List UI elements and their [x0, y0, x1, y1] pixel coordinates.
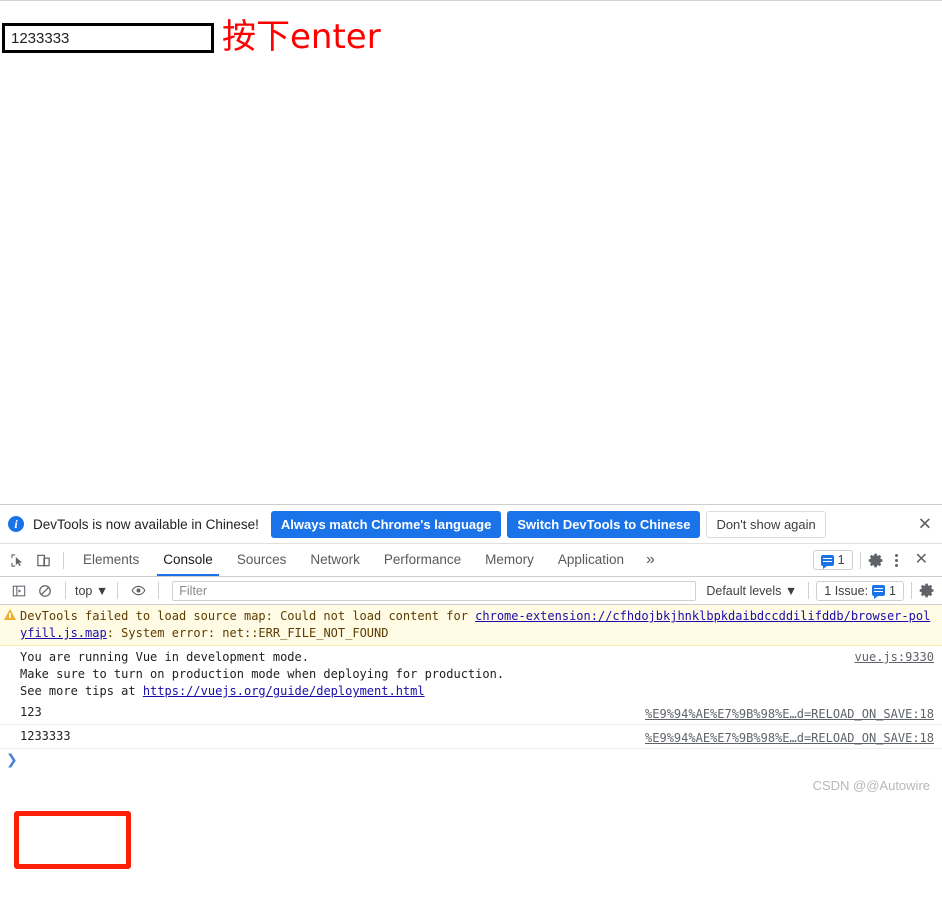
issues-badge[interactable]: 1 Issue: 1: [816, 580, 904, 601]
issues-count: 1: [889, 583, 896, 598]
divider: [808, 582, 810, 599]
console-filter-toolbar: top ▼ Default levels ▼ 1 Issue: 1: [0, 577, 942, 605]
message-count: 1: [837, 553, 845, 567]
console-filter-input[interactable]: [172, 580, 697, 601]
inspect-element-icon[interactable]: [4, 548, 30, 572]
more-options-icon[interactable]: [888, 553, 906, 567]
console-log-value: 1233333: [20, 729, 71, 743]
vue-message-line-3-pre: See more tips: [20, 684, 114, 698]
divider: [63, 551, 64, 569]
vue-message-line-2: Make sure to turn on production mode whe…: [20, 667, 505, 681]
tabstrip-right-actions: 1 ✕: [812, 550, 942, 570]
toggle-device-toolbar-icon[interactable]: [30, 548, 56, 572]
always-match-chrome-language-button[interactable]: Always match Chrome's language: [270, 510, 502, 538]
console-log-source-link[interactable]: %E9%94%AE%E7%9B%98%E…d=RELOAD_ON_SAVE:18: [645, 730, 934, 747]
vue-message-line-3: See more tips at https://vuejs.org/guide…: [20, 683, 934, 700]
warning-text-after: : System error: net::ERR_FILE_NOT_FOUND: [106, 626, 389, 640]
tab-elements[interactable]: Elements: [71, 544, 151, 576]
tab-application[interactable]: Application: [546, 544, 636, 576]
tab-network[interactable]: Network: [298, 544, 372, 576]
divider: [911, 582, 912, 599]
execution-context-selector[interactable]: top ▼: [73, 584, 110, 598]
console-vue-message[interactable]: You are running Vue in development mode.…: [0, 646, 942, 701]
dont-show-again-button[interactable]: Don't show again: [706, 510, 826, 538]
divider: [117, 582, 119, 599]
vue-deployment-guide-link[interactable]: https://vuejs.org/guide/deployment.html: [143, 684, 425, 698]
devtools-language-notification: i DevTools is now available in Chinese! …: [0, 505, 942, 544]
console-log-value: 123: [20, 705, 42, 719]
settings-gear-icon[interactable]: [868, 552, 885, 569]
vue-message-line-3-mid: at: [113, 684, 143, 698]
more-tabs-icon[interactable]: »: [636, 544, 665, 576]
speech-bubble-icon: [820, 554, 834, 569]
text-input[interactable]: [2, 23, 214, 53]
warning-text-before: DevTools failed to load source map: Coul…: [20, 609, 476, 623]
tab-console[interactable]: Console: [151, 544, 225, 576]
devtools-panel: i DevTools is now available in Chinese! …: [0, 504, 942, 897]
annotation-highlight-box: [14, 811, 131, 869]
console-prompt-arrow: ❯: [6, 752, 18, 768]
console-warning-message[interactable]: DevTools failed to load source map: Coul…: [0, 605, 942, 646]
live-expression-eye-icon[interactable]: [125, 579, 151, 603]
close-devtools-icon[interactable]: ✕: [909, 552, 934, 568]
vue-message-line-1: You are running Vue in development mode.: [20, 650, 309, 664]
issues-label: 1 Issue:: [824, 583, 869, 598]
close-icon[interactable]: ✕: [918, 516, 932, 533]
tab-memory[interactable]: Memory: [473, 544, 546, 576]
divider: [158, 582, 160, 599]
execution-context-label: top: [75, 583, 93, 598]
annotation-press-enter: 按下enter: [222, 17, 381, 57]
console-log-row[interactable]: 1233333 %E9%94%AE%E7%9B%98%E…d=RELOAD_ON…: [0, 725, 942, 749]
switch-devtools-to-chinese-button[interactable]: Switch DevTools to Chinese: [507, 510, 701, 538]
divider: [859, 551, 861, 569]
chevron-down-icon: ▼: [95, 583, 109, 598]
console-prompt-row[interactable]: ❯: [0, 749, 942, 771]
log-levels-label: Default levels: [706, 583, 782, 598]
devtools-tabstrip: Elements Console Sources Network Perform…: [0, 544, 942, 577]
log-levels-selector[interactable]: Default levels ▼: [702, 584, 801, 598]
console-log-row[interactable]: 123 %E9%94%AE%E7%9B%98%E…d=RELOAD_ON_SAV…: [0, 701, 942, 725]
vue-source-link[interactable]: vue.js:9330: [855, 649, 934, 666]
browser-page-viewport: 按下enter: [0, 0, 942, 504]
watermark: CSDN @@Autowire: [812, 778, 930, 793]
console-log-source-link[interactable]: %E9%94%AE%E7%9B%98%E…d=RELOAD_ON_SAVE:18: [645, 706, 934, 723]
console-settings-gear-icon[interactable]: [919, 582, 936, 599]
console-message-list: DevTools failed to load source map: Coul…: [0, 605, 942, 897]
chevron-down-icon: ▼: [784, 583, 798, 598]
speech-bubble-icon: [872, 585, 886, 599]
console-message-count-badge[interactable]: 1: [812, 550, 853, 570]
divider: [65, 582, 66, 599]
notification-message: DevTools is now available in Chinese!: [33, 516, 259, 532]
clear-console-icon[interactable]: [32, 579, 58, 603]
console-sidebar-icon[interactable]: [6, 579, 32, 603]
info-icon: i: [8, 516, 24, 532]
tab-performance[interactable]: Performance: [372, 544, 473, 576]
warning-triangle-icon: [4, 609, 16, 620]
tab-sources[interactable]: Sources: [225, 544, 299, 576]
